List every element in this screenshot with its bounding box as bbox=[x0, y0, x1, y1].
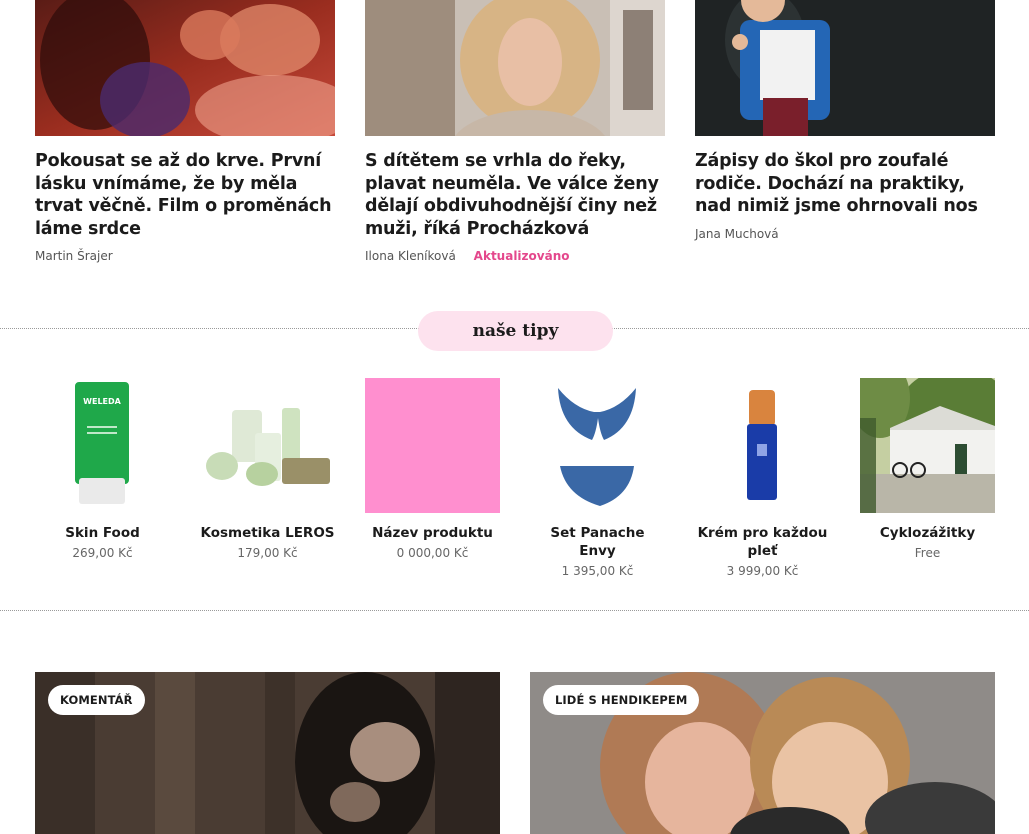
section-divider bbox=[0, 610, 1029, 611]
feature-card[interactable]: KOMENTÁŘ bbox=[35, 672, 500, 834]
product-price: Free bbox=[914, 546, 941, 560]
article-title[interactable]: S dítětem se vrhla do řeky, plavat neumě… bbox=[365, 150, 665, 240]
article-meta: Ilona Kleníková Aktualizováno bbox=[365, 249, 665, 263]
article-card[interactable]: Pokousat se až do krve. První lásku vním… bbox=[35, 0, 335, 263]
product-price: 1 395,00 Kč bbox=[561, 564, 634, 578]
product-price: 269,00 Kč bbox=[72, 546, 133, 560]
article-meta: Jana Muchová bbox=[695, 227, 995, 241]
product-name[interactable]: Skin Food bbox=[35, 524, 170, 542]
article-author[interactable]: Jana Muchová bbox=[695, 227, 779, 241]
product-price: 3 999,00 Kč bbox=[726, 564, 799, 578]
article-image[interactable] bbox=[35, 0, 335, 136]
product-name[interactable]: Kosmetika LEROS bbox=[200, 524, 335, 542]
article-title[interactable]: Pokousat se až do krve. První lásku vním… bbox=[35, 150, 335, 240]
article-card[interactable]: S dítětem se vrhla do řeky, plavat neumě… bbox=[365, 0, 665, 263]
article-title[interactable]: Zápisy do škol pro zoufalé rodiče. Dochá… bbox=[695, 150, 995, 218]
product-card[interactable]: Cyklozážitky Free bbox=[860, 378, 995, 560]
product-name[interactable]: Krém pro každou pleť bbox=[695, 524, 830, 560]
product-image[interactable] bbox=[200, 378, 335, 513]
category-badge[interactable]: LIDÉ S HENDIKEPEM bbox=[543, 685, 700, 715]
product-image-placeholder[interactable] bbox=[365, 378, 500, 513]
product-name[interactable]: Set Panache Envy bbox=[530, 524, 665, 560]
article-card[interactable]: Zápisy do škol pro zoufalé rodiče. Dochá… bbox=[695, 0, 995, 241]
article-row: Pokousat se až do krve. První lásku vním… bbox=[35, 0, 995, 280]
updated-label: Aktualizováno bbox=[473, 249, 570, 264]
article-meta: Martin Šrajer bbox=[35, 249, 335, 263]
product-image[interactable] bbox=[695, 378, 830, 513]
product-card[interactable]: Set Panache Envy 1 395,00 Kč bbox=[530, 378, 665, 578]
article-image[interactable] bbox=[365, 0, 665, 136]
article-author[interactable]: Ilona Kleníková bbox=[365, 249, 456, 263]
product-card[interactable]: Krém pro každou pleť 3 999,00 Kč bbox=[695, 378, 830, 578]
feature-card[interactable]: LIDÉ S HENDIKEPEM bbox=[530, 672, 995, 834]
product-image[interactable]: WELEDA bbox=[35, 378, 170, 513]
product-name[interactable]: Cyklozážitky bbox=[860, 524, 995, 542]
product-price: 179,00 Kč bbox=[237, 546, 298, 560]
tips-heading: naše tipy bbox=[418, 311, 613, 351]
article-image[interactable] bbox=[695, 0, 995, 136]
product-card[interactable]: Název produktu 0 000,00 Kč bbox=[365, 378, 500, 560]
product-card[interactable]: Kosmetika LEROS 179,00 Kč bbox=[200, 378, 335, 560]
product-price: 0 000,00 Kč bbox=[396, 546, 469, 560]
category-badge[interactable]: KOMENTÁŘ bbox=[48, 685, 145, 715]
product-image[interactable] bbox=[860, 378, 995, 513]
article-author[interactable]: Martin Šrajer bbox=[35, 249, 113, 263]
product-card[interactable]: WELEDA Skin Food 269,00 Kč bbox=[35, 378, 170, 560]
svg-text:WELEDA: WELEDA bbox=[83, 397, 121, 406]
product-name[interactable]: Název produktu bbox=[365, 524, 500, 542]
product-image[interactable] bbox=[530, 378, 665, 513]
